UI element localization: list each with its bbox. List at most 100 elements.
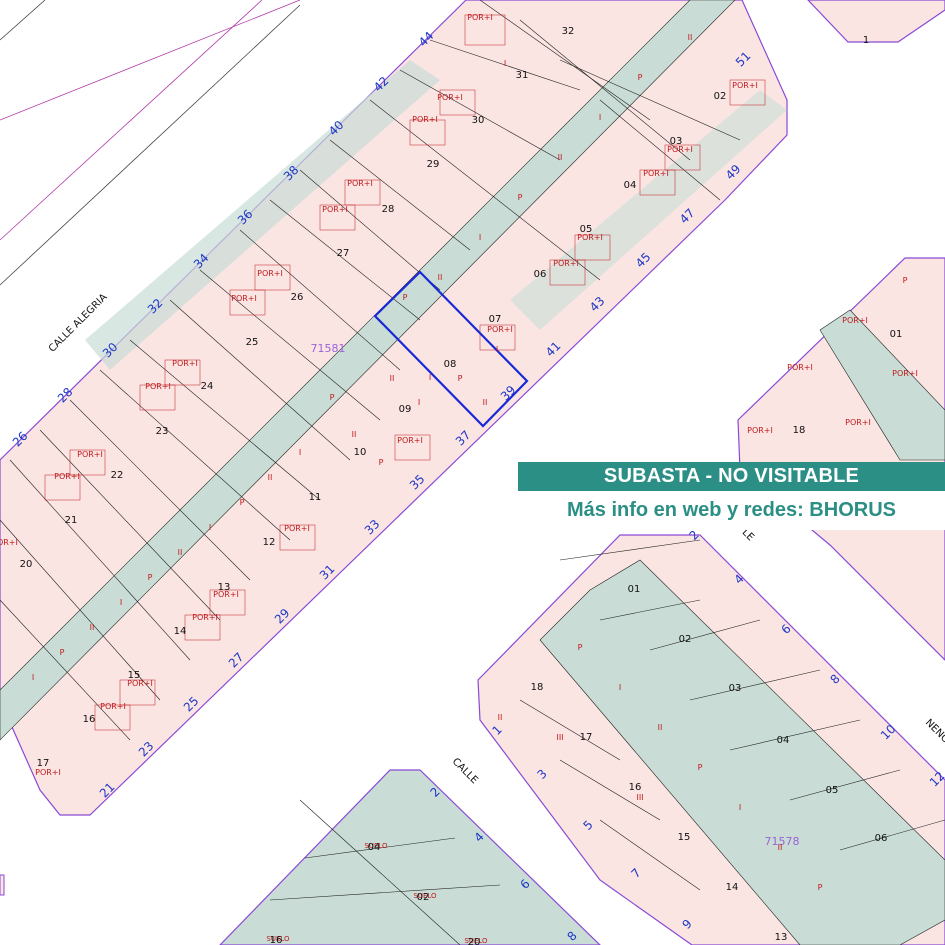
lot-number: 13	[775, 932, 788, 943]
lot-number: 14	[174, 626, 187, 637]
floor-label: II	[483, 398, 488, 407]
auction-banner-title: SUBASTA - NO VISITABLE	[518, 462, 945, 491]
lot-number: 18	[793, 425, 806, 436]
floor-label: II	[658, 723, 663, 732]
lot-number: 02	[679, 634, 692, 645]
floor-label: P	[240, 498, 245, 507]
lot-number: 20	[468, 937, 481, 945]
floor-label: POR+I	[437, 93, 463, 102]
floor-label: POR+I	[643, 169, 669, 178]
floor-label: P	[458, 374, 463, 383]
lot-number: 04	[777, 735, 790, 746]
street-label: CALLE	[450, 756, 480, 786]
lot-number: 31	[516, 70, 529, 81]
floor-label: II	[90, 623, 95, 632]
floor-label: POR+I	[0, 538, 18, 547]
floor-label: I	[739, 803, 741, 812]
floor-label: I	[32, 673, 34, 682]
floor-label: POR+I	[35, 768, 61, 777]
floor-label: POR+I	[747, 426, 773, 435]
floor-label: I	[209, 523, 211, 532]
floor-label: P	[903, 276, 908, 285]
lot-number: 17	[580, 732, 593, 743]
floor-label: P	[60, 648, 65, 657]
lot-number: 01	[628, 584, 641, 595]
floor-label: P	[818, 883, 823, 892]
floor-label: POR+I	[397, 436, 423, 445]
floor-label: P	[518, 193, 523, 202]
floor-label: I	[599, 113, 601, 122]
floor-label: POR+I	[732, 81, 758, 90]
lot-number: 21	[65, 515, 78, 526]
lot-number: 20	[20, 559, 33, 570]
floor-label: I	[619, 683, 621, 692]
lot-number: 30	[472, 115, 485, 126]
floor-label: POR+I	[127, 679, 153, 688]
floor-label: POR+I	[77, 450, 103, 459]
floor-label: P	[638, 73, 643, 82]
floor-label: POR+I	[54, 472, 80, 481]
lot-number: 16	[270, 935, 283, 945]
floor-label: II	[178, 548, 183, 557]
lot-number: 22	[111, 470, 124, 481]
lot-number: 03	[729, 683, 742, 694]
lot-number: 07	[489, 314, 502, 325]
lot-number: 14	[726, 882, 739, 893]
floor-label: POR+I	[192, 613, 218, 622]
lot-number: 24	[201, 381, 214, 392]
floor-label: P	[403, 293, 408, 302]
floor-label: POR+I	[347, 179, 373, 188]
floor-label: I	[418, 398, 420, 407]
top-right-block	[807, 0, 945, 43]
street-label: NENC	[923, 717, 945, 745]
floor-label: I	[479, 233, 481, 242]
lot-number: 29	[427, 159, 440, 170]
floor-label: II	[390, 374, 395, 383]
floor-label: POR+I	[842, 316, 868, 325]
lot-number: 26	[291, 292, 304, 303]
floor-label: POR+I	[412, 115, 438, 124]
floor-label: P	[698, 763, 703, 772]
floor-label: POR+I	[284, 524, 310, 533]
floor-label: I	[299, 448, 301, 457]
lot-number: 09	[399, 404, 412, 415]
left-edge-fragment	[0, 874, 5, 896]
floor-label: POR+I	[257, 269, 283, 278]
lot-number: 16	[83, 714, 96, 725]
floor-label: POR+I	[172, 359, 198, 368]
floor-label: POR+I	[231, 294, 257, 303]
lot-number: 25	[246, 337, 259, 348]
floor-label: POR+I	[100, 702, 126, 711]
floor-label: POR+I	[787, 363, 813, 372]
lot-number: 32	[562, 26, 575, 37]
floor-label: II	[438, 273, 443, 282]
auction-banner-subtitle: Más info en web y redes: BHORUS	[518, 491, 945, 530]
lot-number: 04	[624, 180, 637, 191]
lot-number: 11	[309, 492, 322, 503]
floor-label: II	[268, 473, 273, 482]
floor-label: POR+I	[553, 259, 579, 268]
floor-label: I	[504, 59, 506, 68]
floor-label: P	[148, 573, 153, 582]
south-block	[477, 534, 945, 945]
lot-number: 05	[826, 785, 839, 796]
lot-number: 06	[534, 269, 547, 280]
floor-label: II	[352, 430, 357, 439]
lot-number: 01	[890, 329, 903, 340]
floor-label: POR+I	[667, 145, 693, 154]
floor-label: P	[379, 458, 384, 467]
floor-label: POR+I	[577, 233, 603, 242]
floor-label: P	[578, 643, 583, 652]
block-id: 71581	[311, 342, 346, 355]
lot-number: 16	[629, 782, 642, 793]
lot-number: 12	[263, 537, 276, 548]
floor-label: II	[498, 713, 503, 722]
floor-label: III	[556, 733, 563, 742]
lot-number: 18	[531, 682, 544, 693]
lot-number: 02	[417, 892, 430, 903]
floor-label: P	[330, 393, 335, 402]
floor-label: POR+I	[845, 418, 871, 427]
floor-label: I	[429, 373, 431, 382]
floor-label: POR+I	[892, 369, 918, 378]
lot-number: 28	[382, 204, 395, 215]
